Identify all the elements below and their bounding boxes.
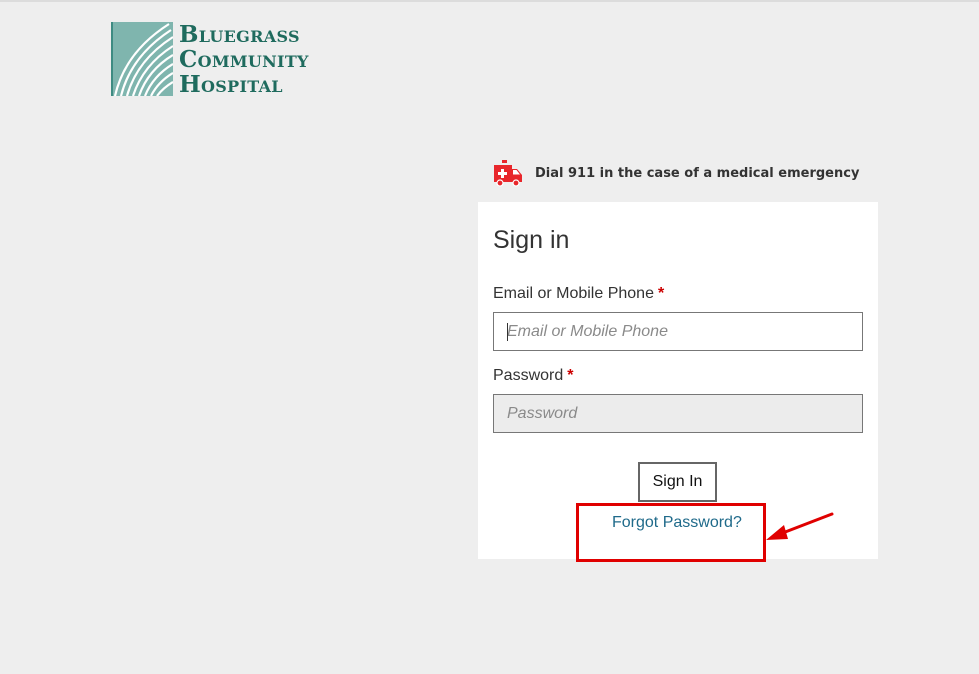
emergency-notice: Dial 911 in the case of a medical emerge…	[493, 159, 859, 187]
logo-line-2: COMMUNITY	[179, 46, 309, 73]
password-label: Password *	[493, 367, 574, 384]
emergency-text: Dial 911 in the case of a medical emerge…	[535, 165, 860, 181]
ambulance-icon	[494, 160, 522, 187]
email-input[interactable]	[493, 312, 863, 351]
logo-mark-icon	[111, 22, 173, 96]
email-label: Email or Mobile Phone *	[493, 285, 665, 302]
hospital-logo[interactable]: BLUEGRASS COMMUNITY HOSPITAL	[111, 22, 309, 98]
forgot-password-link[interactable]: Forgot Password?	[612, 514, 742, 532]
logo-line-3: HOSPITAL	[179, 71, 283, 98]
signin-title: Sign in	[493, 226, 570, 254]
logo-wordmark: BLUEGRASS COMMUNITY HOSPITAL	[179, 23, 309, 98]
signin-card: Sign in Email or Mobile Phone* Password*…	[478, 202, 878, 559]
text-caret	[507, 323, 508, 341]
logo-line-1: BLUEGRASS	[179, 21, 300, 48]
sign-in-button[interactable]: Sign In	[638, 462, 717, 502]
password-required-mark: *	[567, 367, 574, 384]
password-input[interactable]	[493, 394, 863, 433]
email-required-mark: *	[657, 285, 665, 302]
